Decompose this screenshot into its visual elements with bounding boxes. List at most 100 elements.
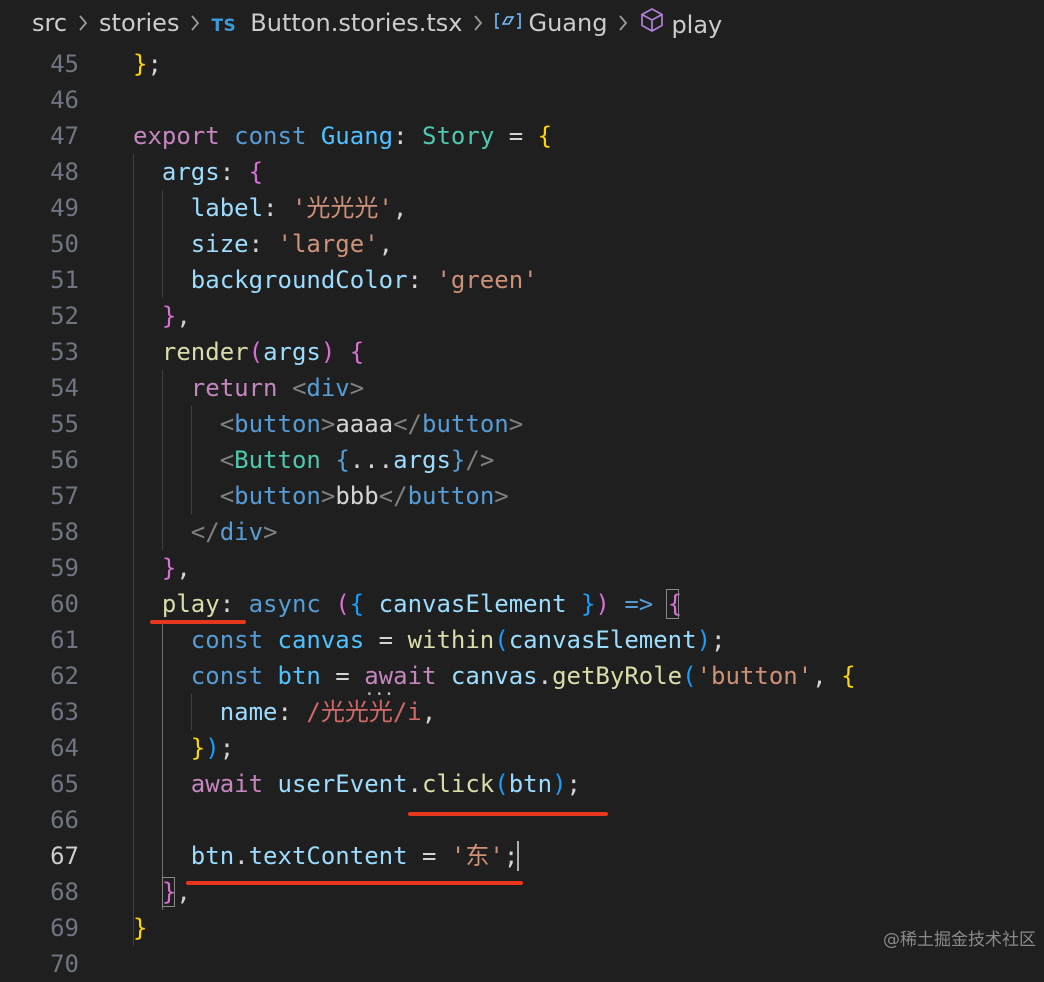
code-line[interactable]: 56 <Button {...args}/> <box>0 442 1044 478</box>
code-token: ( <box>494 626 509 654</box>
code-token: } <box>161 302 177 330</box>
code-line[interactable]: 61 const canvas = within(canvasElement); <box>0 622 1044 658</box>
code-line[interactable]: 68 }, <box>0 874 1044 910</box>
code-line[interactable]: 54 return <div> <box>0 370 1044 406</box>
code-line[interactable]: 65 await userEvent.click(btn); <box>0 766 1044 802</box>
code-token: : <box>393 122 423 150</box>
code-token: </ <box>378 482 408 510</box>
code-token: = <box>494 122 538 150</box>
code-line[interactable]: 45}; <box>0 46 1044 82</box>
code-token: { <box>349 338 365 366</box>
code-token: args <box>161 158 220 186</box>
code-token: } <box>450 446 466 474</box>
code-text: render(args) { <box>133 334 364 370</box>
line-number: 70 <box>50 950 79 978</box>
code-line[interactable]: 55 <button>aaaa</button> <box>0 406 1044 442</box>
code-token: , <box>176 302 191 330</box>
code-line[interactable]: 59 }, <box>0 550 1044 586</box>
code-token: = <box>364 626 408 654</box>
code-line[interactable]: 49 label: '光光光', <box>0 190 1044 226</box>
code-token: } <box>580 590 596 618</box>
code-line[interactable]: 62 const btn = await canvas.getByRole('b… <box>0 658 1044 694</box>
variable-symbol-icon <box>494 11 522 31</box>
code-token: ( <box>248 338 264 366</box>
code-text: size: 'large', <box>133 226 393 262</box>
code-text: export const Guang: Story = { <box>133 118 552 154</box>
code-text: args: { <box>133 154 263 190</box>
code-text: </div> <box>133 514 278 550</box>
code-token: button <box>407 482 495 510</box>
code-text: await userEvent.click(btn); <box>133 766 581 802</box>
code-token: within <box>407 626 495 654</box>
code-text: <button>aaaa</button> <box>133 406 523 442</box>
line-number: 50 <box>50 230 79 258</box>
code-token: ( <box>335 590 350 618</box>
code-token: btn <box>277 662 321 690</box>
code-token: { <box>349 590 365 618</box>
code-line[interactable]: 70 <box>0 946 1044 982</box>
code-token: div <box>219 518 264 546</box>
code-token: Story <box>422 122 495 150</box>
line-number: 59 <box>50 554 79 582</box>
breadcrumb-symbol[interactable]: Guang <box>494 9 607 37</box>
code-editor[interactable]: 45}; 46 47 export const Guang: Story = {48 … <box>0 46 1044 978</box>
code-token: 'green' <box>436 266 538 294</box>
code-line[interactable]: 48 args: { <box>0 154 1044 190</box>
watermark: @稀土掘金技术社区 <box>883 930 1036 950</box>
code-line[interactable]: 57 <button>bbb</button> <box>0 478 1044 514</box>
breadcrumb-folder-stories[interactable]: stories <box>99 9 179 37</box>
text-cursor <box>517 841 519 871</box>
code-line[interactable]: 47 export const Guang: Story = { <box>0 118 1044 154</box>
code-token: textContent <box>248 842 408 870</box>
code-line[interactable]: 53 render(args) { <box>0 334 1044 370</box>
code-token: canvas <box>277 626 365 654</box>
code-line[interactable]: 50 size: 'large', <box>0 226 1044 262</box>
line-number: 53 <box>50 338 79 366</box>
code-token: 'large' <box>277 230 379 258</box>
code-line[interactable]: 64 }); <box>0 730 1044 766</box>
code-line[interactable]: 52 }, <box>0 298 1044 334</box>
code-line[interactable]: 46 <box>0 82 1044 118</box>
code-line[interactable]: 60 play: async ({ canvasElement }) => { <box>0 586 1044 622</box>
code-token: : <box>219 590 249 618</box>
breadcrumb-file[interactable]: TS Button.stories.tsx <box>211 9 462 37</box>
code-token: canvas <box>450 662 538 690</box>
code-token: name <box>219 698 278 726</box>
code-text: <Button {...args}/> <box>133 442 495 478</box>
code-token: , <box>421 698 437 726</box>
breadcrumb-folder-src[interactable]: src <box>32 9 67 37</box>
code-token: button <box>422 410 509 438</box>
code-line[interactable]: 51 backgroundColor: 'green' <box>0 262 1044 298</box>
code-token: ; <box>147 50 162 78</box>
code-line[interactable]: 63 name: /光光光/i, <box>0 694 1044 730</box>
code-text: <button>bbb</button> <box>133 478 509 514</box>
code-token: /> <box>465 446 495 474</box>
line-number: 58 <box>50 518 79 546</box>
line-number: 61 <box>50 626 79 654</box>
code-token: => <box>624 590 654 618</box>
code-token: args <box>263 338 321 366</box>
code-line[interactable]: 67 btn.textContent = '东'; <box>0 838 1044 874</box>
breadcrumb-member-label: play <box>671 11 723 39</box>
code-token: , <box>176 554 191 582</box>
code-token: div <box>306 374 350 402</box>
line-number: 47 <box>50 122 79 150</box>
code-token: '东' <box>450 842 504 870</box>
code-line[interactable]: 58 </div> <box>0 514 1044 550</box>
code-line[interactable]: 66 <box>0 802 1044 838</box>
cube-method-icon <box>639 7 665 33</box>
breadcrumb-member[interactable]: play <box>639 7 722 39</box>
line-number: 46 <box>50 86 79 114</box>
code-token: } <box>133 50 148 78</box>
code-token: } <box>161 554 177 582</box>
code-text: const canvas = within(canvasElement); <box>133 622 726 658</box>
line-number: 64 <box>50 734 79 762</box>
